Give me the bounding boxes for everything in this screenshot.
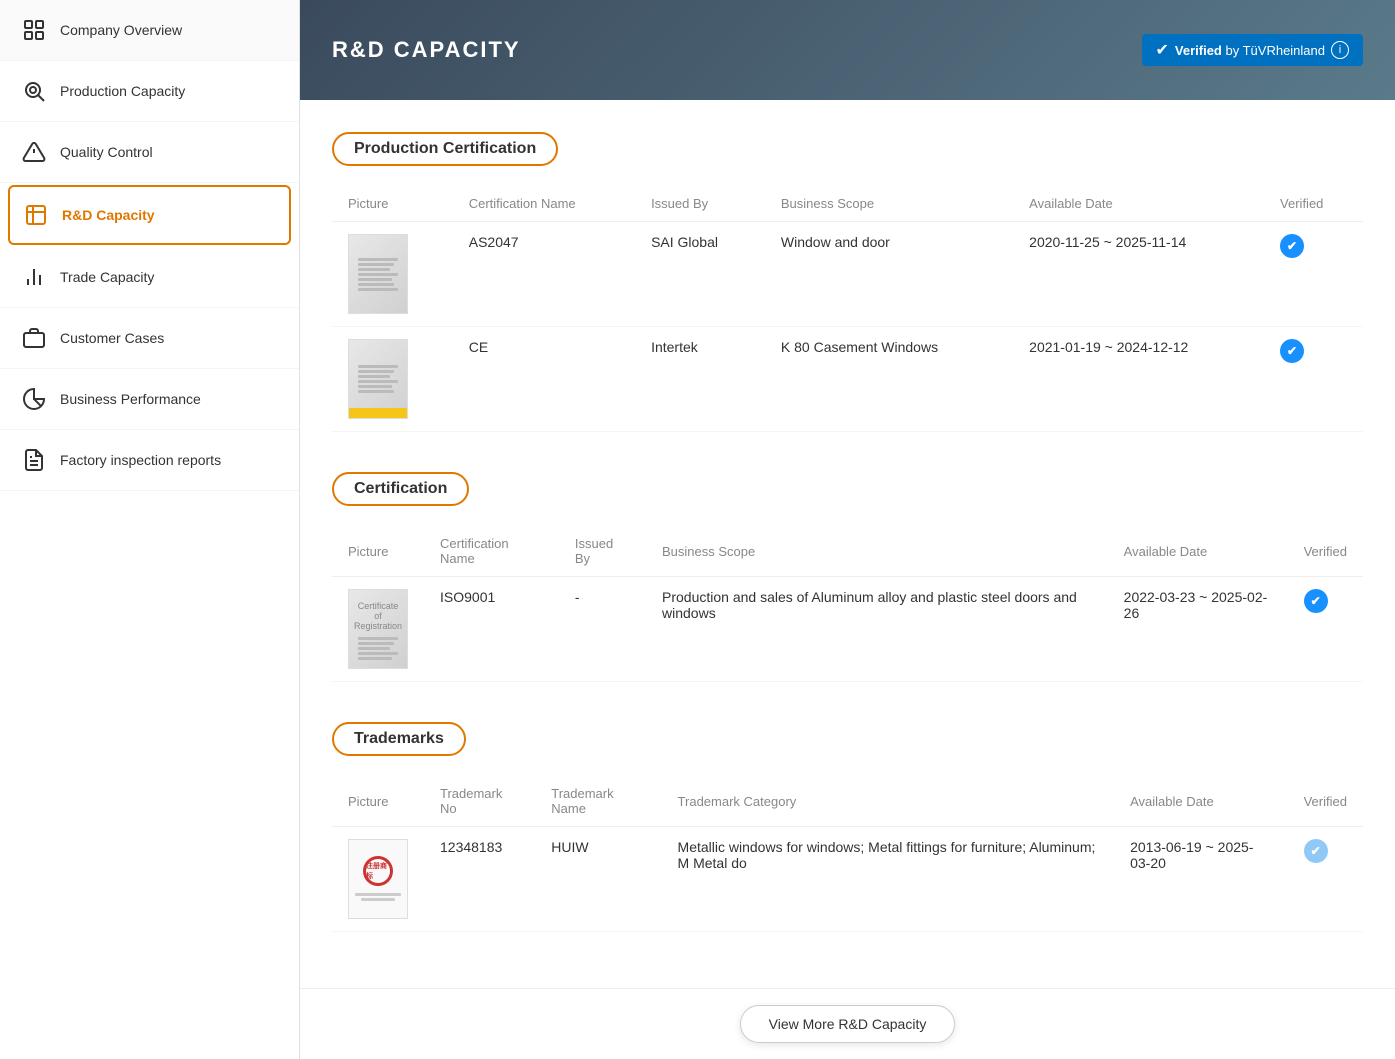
production-certification-table: Picture Certification Name Issued By Bus… [332,186,1363,432]
trade-capacity-icon [20,263,48,291]
trademark-category-cell: Metallic windows for windows; Metal fitt… [662,827,1115,932]
sidebar-item-label: Business Performance [60,391,201,407]
verified-label: Verified by TüVRheinland [1175,43,1325,58]
trademark-no-cell: 12348183 [424,827,535,932]
trademark-seal: 注册商标 [363,856,393,886]
col-verified: Verified [1288,776,1363,827]
table-row: 注册商标 12348183 HUIW Metallic windows for … [332,827,1363,932]
col-trademark-no: Trademark No [424,776,535,827]
col-trademark-name: Trademark Name [535,776,661,827]
col-issued-by: Issued By [559,526,646,577]
production-certification-section: Production Certification Picture Certifi… [332,124,1363,432]
content-area: Production Certification Picture Certifi… [300,100,1395,988]
sidebar-item-factory-inspection[interactable]: Factory inspection reports [0,430,299,491]
verified-cell: ✔ [1288,827,1363,932]
rd-header-title: R&D CAPACITY [332,37,521,63]
available-date-cell: 2022-03-23 ~ 2025-02-26 [1108,577,1288,682]
sidebar-item-label: Company Overview [60,22,182,38]
view-more-button[interactable]: View More R&D Capacity [740,1005,956,1043]
available-date-cell: 2021-01-19 ~ 2024-12-12 [1013,327,1264,432]
sidebar-item-label: R&D Capacity [62,207,155,223]
business-scope-cell: K 80 Casement Windows [765,327,1013,432]
col-picture: Picture [332,186,453,222]
table-row: AS2047 SAI Global Window and door 2020-1… [332,222,1363,327]
cert-name-cell: CE [453,327,635,432]
cert-image [348,339,408,419]
cert-name-cell: AS2047 [453,222,635,327]
trademark-picture-cell: 注册商标 [332,827,424,932]
sidebar-item-business-performance[interactable]: Business Performance [0,369,299,430]
cert-picture-cell [332,222,453,327]
business-scope-cell: Window and door [765,222,1013,327]
col-available-date: Available Date [1108,526,1288,577]
verified-cell: ✔ [1288,577,1363,682]
verified-cell: ✔ [1264,222,1363,327]
cert-image [348,234,408,314]
sidebar: Company Overview Production Capacity Qua… [0,0,300,1059]
trademarks-section: Trademarks Picture Trademark No Trademar… [332,714,1363,932]
rd-header-banner: R&D CAPACITY ✔ Verified by TüVRheinland … [300,0,1395,100]
sidebar-item-label: Trade Capacity [60,269,154,285]
sidebar-item-customer-cases[interactable]: Customer Cases [0,308,299,369]
production-capacity-icon [20,77,48,105]
sidebar-item-label: Factory inspection reports [60,452,221,468]
col-business-scope: Business Scope [765,186,1013,222]
sidebar-item-production-capacity[interactable]: Production Capacity [0,61,299,122]
col-cert-name: Certification Name [424,526,559,577]
verified-cell: ✔ [1264,327,1363,432]
col-picture: Picture [332,526,424,577]
factory-inspection-icon [20,446,48,474]
table-row: Certificate of Registration [332,577,1363,682]
verified-check-icon: ✔ [1280,339,1304,363]
issued-by-cell: Intertek [635,327,765,432]
certification-table: Picture Certification Name Issued By Bus… [332,526,1363,682]
cert-picture-cell: Certificate of Registration [332,577,424,682]
trademarks-title: Trademarks [332,722,466,756]
col-available-date: Available Date [1114,776,1288,827]
col-business-scope: Business Scope [646,526,1108,577]
col-trademark-category: Trademark Category [662,776,1115,827]
sidebar-item-rd-capacity[interactable]: R&D Capacity [8,185,291,245]
certification-section: Certification Picture Certification Name… [332,464,1363,682]
issued-by-cell: SAI Global [635,222,765,327]
trademark-name-cell: HUIW [535,827,661,932]
sidebar-item-trade-capacity[interactable]: Trade Capacity [0,247,299,308]
verified-badge: ✔ Verified by TüVRheinland i [1142,34,1364,66]
certification-title: Certification [332,472,469,506]
main-content: R&D CAPACITY ✔ Verified by TüVRheinland … [300,0,1395,1059]
col-verified: Verified [1288,526,1363,577]
col-available-date: Available Date [1013,186,1264,222]
trademarks-table: Picture Trademark No Trademark Name Trad… [332,776,1363,932]
verified-check-icon: ✔ [1280,234,1304,258]
production-certification-title: Production Certification [332,132,558,166]
col-issued-by: Issued By [635,186,765,222]
verified-check-icon: ✔ [1304,589,1328,613]
col-verified: Verified [1264,186,1363,222]
col-picture: Picture [332,776,424,827]
quality-control-icon [20,138,48,166]
col-cert-name: Certification Name [453,186,635,222]
customer-cases-icon [20,324,48,352]
available-date-cell: 2013-06-19 ~ 2025-03-20 [1114,827,1288,932]
sidebar-item-quality-control[interactable]: Quality Control [0,122,299,183]
cert-image: Certificate of Registration [348,589,408,669]
business-scope-cell: Production and sales of Aluminum alloy a… [646,577,1108,682]
sidebar-item-label: Quality Control [60,144,153,160]
sidebar-item-label: Production Capacity [60,83,185,99]
verified-light-icon: ✔ [1304,839,1328,863]
cert-name-cell: ISO9001 [424,577,559,682]
issued-by-cell: - [559,577,646,682]
sidebar-item-company-overview[interactable]: Company Overview [0,0,299,61]
table-row: CE Intertek K 80 Casement Windows 2021-0… [332,327,1363,432]
company-overview-icon [20,16,48,44]
available-date-cell: 2020-11-25 ~ 2025-11-14 [1013,222,1264,327]
trademark-image: 注册商标 [348,839,408,919]
info-icon: i [1331,41,1349,59]
business-performance-icon [20,385,48,413]
rd-capacity-icon [22,201,50,229]
sidebar-item-label: Customer Cases [60,330,164,346]
checkmark-icon: ✔ [1156,40,1169,60]
cert-picture-cell [332,327,453,432]
